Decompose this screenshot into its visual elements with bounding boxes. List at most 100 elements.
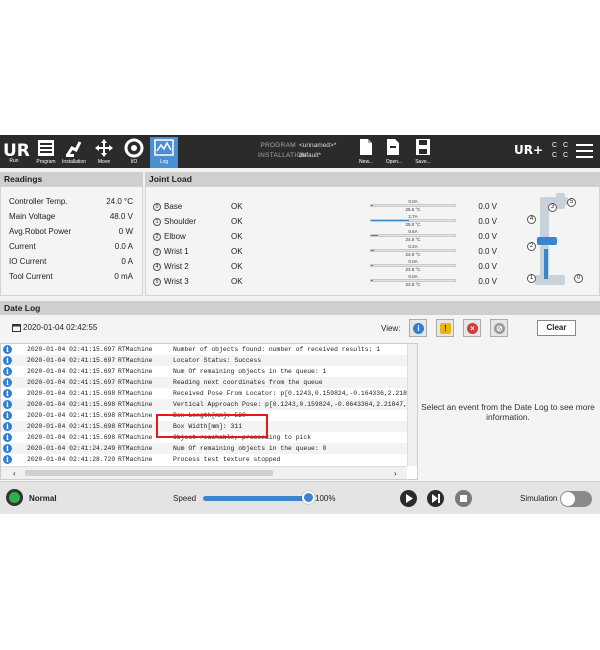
log-row[interactable]: i 2020-01-04 02:41:15.698 RTMachine Vertica… (1, 399, 407, 410)
save-icon (416, 139, 430, 155)
disabled-icon: ⊘ (494, 323, 505, 334)
speed-slider-handle[interactable] (302, 491, 315, 504)
log-source: RTMachine (118, 401, 153, 408)
joint-meter: 2.7A 25.0 °C (370, 214, 456, 228)
log-row[interactable]: i 2020-01-04 02:41:15.697 RTMachine Number … (1, 344, 407, 355)
reading-value: 0 A (121, 257, 133, 266)
program-icon (38, 140, 54, 156)
step-icon (432, 494, 440, 503)
reading-value: 0.0 A (114, 242, 133, 251)
new-button[interactable]: New... (354, 138, 378, 165)
log-vertical-scrollbar[interactable] (407, 344, 417, 466)
joint-meter: 0.2A 24.0 °C (370, 244, 456, 258)
reading-label: Current (9, 242, 36, 251)
log-source: RTMachine (118, 368, 153, 375)
joint-name: Elbow (164, 232, 186, 241)
joint-status: OK (231, 232, 243, 241)
joint-name: Wrist 1 (164, 247, 189, 256)
info-icon: i (3, 455, 12, 464)
filter-warning-button[interactable]: ! (436, 319, 454, 337)
installation-icon (65, 141, 82, 157)
log-message: Vertical Approach Pose: p[0.1243,0.15982… (173, 401, 407, 408)
joint-name: Base (164, 202, 183, 211)
log-source: RTMachine (118, 390, 153, 397)
filter-info-button[interactable]: i (409, 319, 427, 337)
filter-disabled-button[interactable]: ⊘ (490, 319, 508, 337)
robot-status-label: Normal (29, 494, 57, 503)
date-log-datetime: 2020-01-04 02:42:55 (12, 323, 97, 333)
joint-number-icon: 4 (153, 263, 161, 271)
nav-log[interactable]: Log (150, 137, 178, 168)
robot-joint-label: 0 (574, 274, 583, 283)
log-source: RTMachine (118, 434, 153, 441)
joint-status: OK (231, 262, 243, 271)
log-timestamp: 2020-01-04 02:41:15.698 (27, 390, 116, 397)
reading-row: Main Voltage 48.0 V (9, 211, 133, 222)
log-timestamp: 2020-01-04 02:41:15.698 (27, 401, 116, 408)
log-timestamp: 2020-01-04 02:41:15.698 (27, 412, 116, 419)
log-row[interactable]: i 2020-01-04 02:41:24.249 RTMachine Num Of … (1, 443, 407, 454)
nav-move[interactable]: Move (90, 137, 118, 167)
nav-io-label: I/O (130, 159, 138, 165)
new-file-icon (360, 139, 372, 155)
joint-temperature: 24.5 °C (405, 237, 421, 242)
reading-label: Main Voltage (9, 212, 56, 221)
log-row[interactable]: i 2020-01-04 02:41:15.697 RTMachine Reading… (1, 377, 407, 388)
hamburger-menu-icon[interactable] (576, 144, 593, 159)
program-key: PROGRAM (260, 142, 296, 149)
info-icon: i (3, 433, 12, 442)
footer-bar: Normal Speed 100% Simulation (0, 481, 600, 514)
reading-value: 0 W (118, 227, 133, 236)
readings-title: Readings (0, 172, 143, 186)
filter-error-button[interactable]: × (463, 319, 481, 337)
log-row[interactable]: i 2020-01-04 02:41:15.697 RTMachine Num Of … (1, 366, 407, 377)
clear-button[interactable]: Clear (537, 320, 576, 336)
error-icon: × (467, 323, 478, 334)
log-timestamp: 2020-01-04 02:41:15.697 (27, 346, 116, 353)
log-list[interactable]: i 2020-01-04 02:41:15.697 RTMachine Number … (0, 343, 418, 480)
save-button[interactable]: Save... (411, 138, 435, 165)
reading-row: IO Current 0 A (9, 256, 133, 267)
step-button[interactable] (427, 490, 444, 507)
speed-slider[interactable] (203, 496, 309, 501)
joint-temperature: 24.0 °C (405, 252, 421, 257)
urplus-button[interactable]: UR+ (514, 143, 543, 157)
log-horizontal-scrollbar[interactable]: ‹ › (1, 466, 407, 479)
robot-joint-label: 5 (567, 198, 576, 207)
log-row[interactable]: i 2020-01-04 02:41:28.720 RTMachine Process… (1, 454, 407, 465)
nav-installation[interactable]: Installation (60, 137, 88, 167)
speed-value: 100% (315, 494, 336, 503)
nav-io[interactable]: I/O (120, 137, 148, 167)
robot-joint-label: 2 (527, 242, 536, 251)
joint-meter: 0.0A 25.5 °C (370, 199, 456, 213)
log-row[interactable]: i 2020-01-04 02:41:15.697 RTMachine Locator… (1, 355, 407, 366)
stop-button[interactable] (455, 490, 472, 507)
log-source: RTMachine (118, 445, 153, 452)
log-message: Num Of remaining objects in the queue: 1 (173, 368, 327, 375)
scroll-thumb[interactable] (25, 470, 273, 476)
robot-status-icon[interactable] (6, 489, 23, 506)
info-icon: i (3, 411, 12, 420)
joint-temperature: 25.0 °C (405, 222, 421, 227)
scroll-right-icon[interactable]: › (394, 468, 397, 479)
nav-run[interactable]: Run (0, 157, 28, 167)
log-message: Num Of remaining objects in the queue: 0 (173, 445, 327, 452)
reading-row: Tool Current 0 mA (9, 271, 133, 282)
info-icon: i (3, 345, 12, 354)
joint-name: Wrist 3 (164, 277, 189, 286)
play-button[interactable] (400, 490, 417, 507)
joint-voltage: 0.0 V (478, 232, 497, 241)
reading-value: 0 mA (114, 272, 133, 281)
scroll-left-icon[interactable]: ‹ (13, 468, 16, 479)
nav-program[interactable]: Program (32, 137, 60, 167)
info-icon: i (3, 444, 12, 453)
warning-icon: ! (440, 323, 451, 334)
cc-icon[interactable]: C CC C (552, 141, 570, 161)
log-source: RTMachine (118, 412, 153, 419)
simulation-toggle[interactable] (560, 491, 592, 507)
info-icon: i (3, 367, 12, 376)
stop-icon (460, 495, 467, 502)
info-icon: i (3, 389, 12, 398)
log-row[interactable]: i 2020-01-04 02:41:15.698 RTMachine Receive… (1, 388, 407, 399)
open-button[interactable]: Open... (382, 138, 406, 165)
